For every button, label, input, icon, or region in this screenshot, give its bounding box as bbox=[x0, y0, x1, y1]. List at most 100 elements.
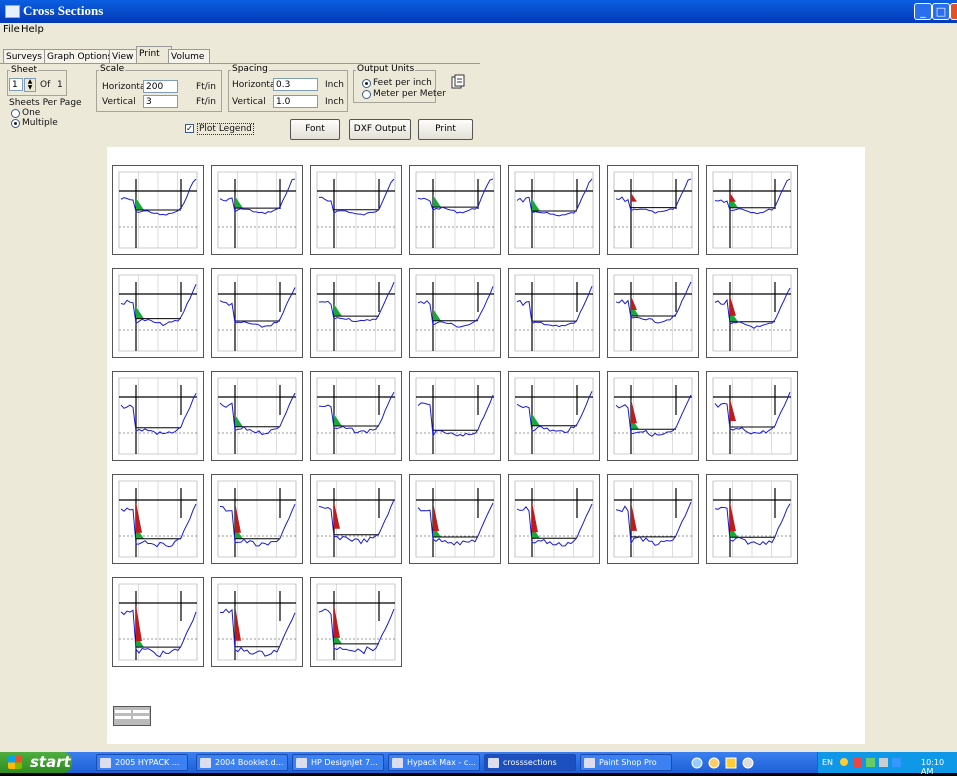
tab-volume[interactable]: Volume bbox=[168, 49, 210, 64]
feet-per-inch-radio[interactable] bbox=[362, 79, 371, 88]
system-tray: EN 10:10 AM bbox=[817, 752, 957, 776]
tray-icons[interactable] bbox=[838, 756, 918, 769]
tab-print[interactable]: Print bbox=[136, 46, 172, 64]
printer-icon bbox=[296, 758, 307, 768]
scale-vertical-input[interactable]: 3 bbox=[143, 95, 178, 108]
start-button[interactable]: start bbox=[0, 752, 72, 773]
task-label: 2004 Booklet.d... bbox=[215, 758, 284, 767]
sheets-one-label: One bbox=[22, 108, 41, 118]
task-label: Paint Shop Pro bbox=[599, 758, 657, 767]
cross-section-thumbnail[interactable] bbox=[508, 371, 600, 461]
cross-section-thumbnail[interactable] bbox=[706, 371, 798, 461]
cross-section-thumbnail[interactable] bbox=[112, 165, 204, 255]
windows-logo-icon bbox=[8, 756, 22, 769]
cross-section-thumbnail[interactable] bbox=[112, 371, 204, 461]
sheet-total: 1 bbox=[57, 80, 63, 90]
window-icon bbox=[488, 758, 499, 768]
cross-section-thumbnail[interactable] bbox=[508, 268, 600, 358]
scale-vertical-label: Vertical bbox=[102, 97, 136, 107]
print-preview-page bbox=[107, 147, 865, 744]
taskbar-item-hypack-max[interactable]: Hypack Max - c... bbox=[388, 754, 480, 771]
taskbar: start 2005 HYPACK ... 2004 Booklet.d... … bbox=[0, 752, 957, 776]
cross-section-thumbnail[interactable] bbox=[706, 474, 798, 564]
task-label: crosssections bbox=[503, 758, 557, 767]
taskbar-item-designjet[interactable]: HP DesignJet 7... bbox=[292, 754, 384, 771]
spacing-horizontal-label: Horizontal bbox=[232, 80, 278, 90]
scale-horizontal-input[interactable]: 200 bbox=[143, 80, 178, 93]
paint-icon bbox=[584, 758, 595, 768]
plot-legend-checkbox[interactable]: ✓ bbox=[185, 124, 194, 133]
cross-section-thumbnail[interactable] bbox=[310, 474, 402, 564]
taskbar-item-hypack[interactable]: 2005 HYPACK ... bbox=[96, 754, 188, 771]
minimize-button[interactable]: _ bbox=[914, 3, 932, 20]
cross-sections-window: Cross Sections _ □ File Help Surveys Gra… bbox=[0, 0, 957, 752]
taskbar-item-paintshop[interactable]: Paint Shop Pro bbox=[580, 754, 672, 771]
taskbar-item-booklet[interactable]: 2004 Booklet.d... bbox=[196, 754, 288, 771]
spacing-vertical-input[interactable]: 1.0 bbox=[273, 95, 318, 108]
cross-section-thumbnail[interactable] bbox=[706, 165, 798, 255]
cross-section-thumbnail[interactable] bbox=[112, 268, 204, 358]
sheet-spinner[interactable]: ▲ ▼ bbox=[24, 78, 36, 92]
cross-section-thumbnail[interactable] bbox=[112, 577, 204, 667]
cross-section-thumbnail[interactable] bbox=[706, 268, 798, 358]
save-page-icon[interactable] bbox=[451, 74, 465, 90]
cross-section-thumbnail[interactable] bbox=[112, 474, 204, 564]
spacing-vertical-label: Vertical bbox=[232, 97, 266, 107]
cross-section-thumbnail[interactable] bbox=[409, 371, 501, 461]
spacing-horizontal-unit: Inch bbox=[325, 80, 345, 90]
scale-label: Scale bbox=[99, 64, 126, 74]
cross-section-thumbnail[interactable] bbox=[310, 165, 402, 255]
cross-section-thumbnail[interactable] bbox=[607, 371, 699, 461]
page-layout-icon[interactable] bbox=[113, 706, 151, 726]
task-label: Hypack Max - c... bbox=[407, 758, 476, 767]
menu-help[interactable]: Help bbox=[21, 24, 44, 35]
cross-section-thumbnail[interactable] bbox=[607, 165, 699, 255]
cross-section-thumbnail[interactable] bbox=[508, 165, 600, 255]
scale-horizontal-unit: Ft/in bbox=[196, 82, 216, 92]
cross-section-thumbnail[interactable] bbox=[211, 268, 303, 358]
print-button[interactable]: Print bbox=[418, 119, 473, 140]
spacing-vertical-unit: Inch bbox=[325, 97, 345, 107]
title-bar: Cross Sections _ □ bbox=[0, 0, 957, 23]
sheets-per-page-label: Sheets Per Page bbox=[9, 98, 82, 108]
cross-section-thumbnail[interactable] bbox=[310, 371, 402, 461]
output-units-label: Output Units bbox=[356, 64, 416, 74]
menu-file[interactable]: File bbox=[3, 24, 20, 35]
sheets-multiple-radio[interactable] bbox=[11, 119, 20, 128]
task-label: HP DesignJet 7... bbox=[311, 758, 378, 767]
maximize-button[interactable]: □ bbox=[932, 3, 950, 20]
sheets-multiple-label: Multiple bbox=[22, 118, 58, 128]
cross-section-thumbnail[interactable] bbox=[211, 371, 303, 461]
cross-section-thumbnail[interactable] bbox=[607, 474, 699, 564]
cross-section-thumbnail[interactable] bbox=[409, 474, 501, 564]
clock: 10:10 AM bbox=[921, 758, 945, 776]
quick-launch-icons[interactable] bbox=[690, 756, 760, 770]
spacing-horizontal-input[interactable]: 0.3 bbox=[273, 78, 318, 91]
cross-section-thumbnail[interactable] bbox=[211, 577, 303, 667]
plot-legend-label: Plot Legend bbox=[197, 123, 254, 135]
cross-section-thumbnail[interactable] bbox=[310, 577, 402, 667]
tab-graph-options[interactable]: Graph Options bbox=[44, 49, 113, 64]
taskbar-item-crosssections[interactable]: crosssections bbox=[484, 754, 576, 771]
cross-section-thumbnail[interactable] bbox=[310, 268, 402, 358]
task-label: 2005 HYPACK ... bbox=[115, 758, 180, 767]
sheet-number-input[interactable]: 1 bbox=[9, 78, 23, 91]
meter-per-meter-label: Meter per Meter bbox=[373, 89, 446, 99]
font-button[interactable]: Font bbox=[290, 119, 340, 140]
sheets-one-radio[interactable] bbox=[11, 109, 20, 118]
scale-horizontal-label: Horizontal bbox=[102, 82, 148, 92]
meter-per-meter-radio[interactable] bbox=[362, 90, 371, 99]
dxf-output-button[interactable]: DXF Output bbox=[349, 119, 411, 140]
cross-section-thumbnail[interactable] bbox=[409, 268, 501, 358]
word-icon bbox=[200, 758, 211, 768]
app-icon bbox=[392, 758, 403, 768]
cross-section-thumbnail[interactable] bbox=[508, 474, 600, 564]
tab-surveys[interactable]: Surveys bbox=[3, 49, 48, 64]
cross-section-thumbnail[interactable] bbox=[211, 165, 303, 255]
menu-bar: File Help bbox=[0, 23, 957, 38]
close-button[interactable] bbox=[950, 3, 957, 20]
cross-section-thumbnail[interactable] bbox=[211, 474, 303, 564]
cross-section-thumbnail[interactable] bbox=[409, 165, 501, 255]
cross-section-thumbnail[interactable] bbox=[607, 268, 699, 358]
language-indicator[interactable]: EN bbox=[822, 758, 833, 767]
